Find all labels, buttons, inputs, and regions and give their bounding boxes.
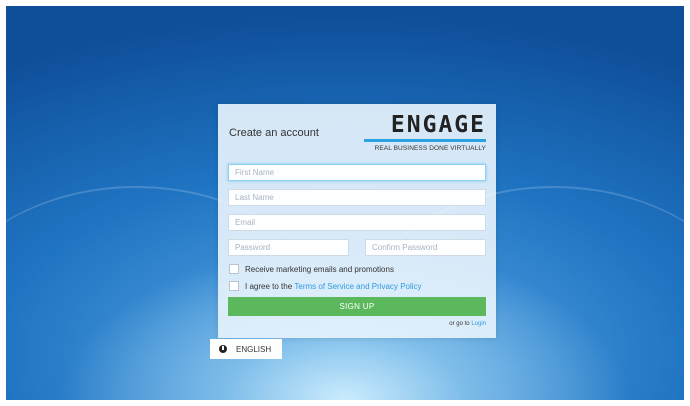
logo-wordmark: ENGAGE: [390, 112, 486, 138]
language-label: ENGLISH: [236, 344, 272, 354]
background: Create an account ENGAGE REAL BUSINESS D…: [6, 6, 684, 400]
marketing-label: Receive marketing emails and promotions: [245, 264, 394, 274]
globe-icon: [219, 345, 227, 353]
last-name-input[interactable]: [228, 189, 486, 206]
language-selector[interactable]: ENGLISH: [210, 339, 282, 359]
first-name-input[interactable]: [228, 164, 486, 181]
logo-tagline: REAL BUSINESS DONE VIRTUALLY: [374, 145, 486, 152]
login-link[interactable]: Login: [471, 321, 486, 327]
card-title: Create an account: [229, 127, 319, 139]
terms-row: I agree to the Terms of Service and Priv…: [229, 281, 422, 291]
engage-logo: ENGAGE REAL BUSINESS DONE VIRTUALLY: [364, 113, 486, 152]
login-prefix: or go to: [449, 321, 472, 327]
terms-link[interactable]: Terms of Service and Privacy Policy: [294, 282, 421, 291]
signup-card: Create an account ENGAGE REAL BUSINESS D…: [218, 104, 496, 338]
email-input[interactable]: [228, 214, 486, 231]
signup-button[interactable]: SIGN UP: [228, 297, 486, 316]
login-row: or go to Login: [449, 321, 486, 327]
marketing-row: Receive marketing emails and promotions: [229, 264, 394, 274]
confirm-password-input[interactable]: [365, 239, 486, 256]
terms-prefix: I agree to the: [245, 281, 295, 291]
marketing-checkbox[interactable]: [229, 264, 239, 274]
logo-underline: [364, 139, 486, 142]
password-input[interactable]: [228, 239, 349, 256]
terms-checkbox[interactable]: [229, 281, 239, 291]
